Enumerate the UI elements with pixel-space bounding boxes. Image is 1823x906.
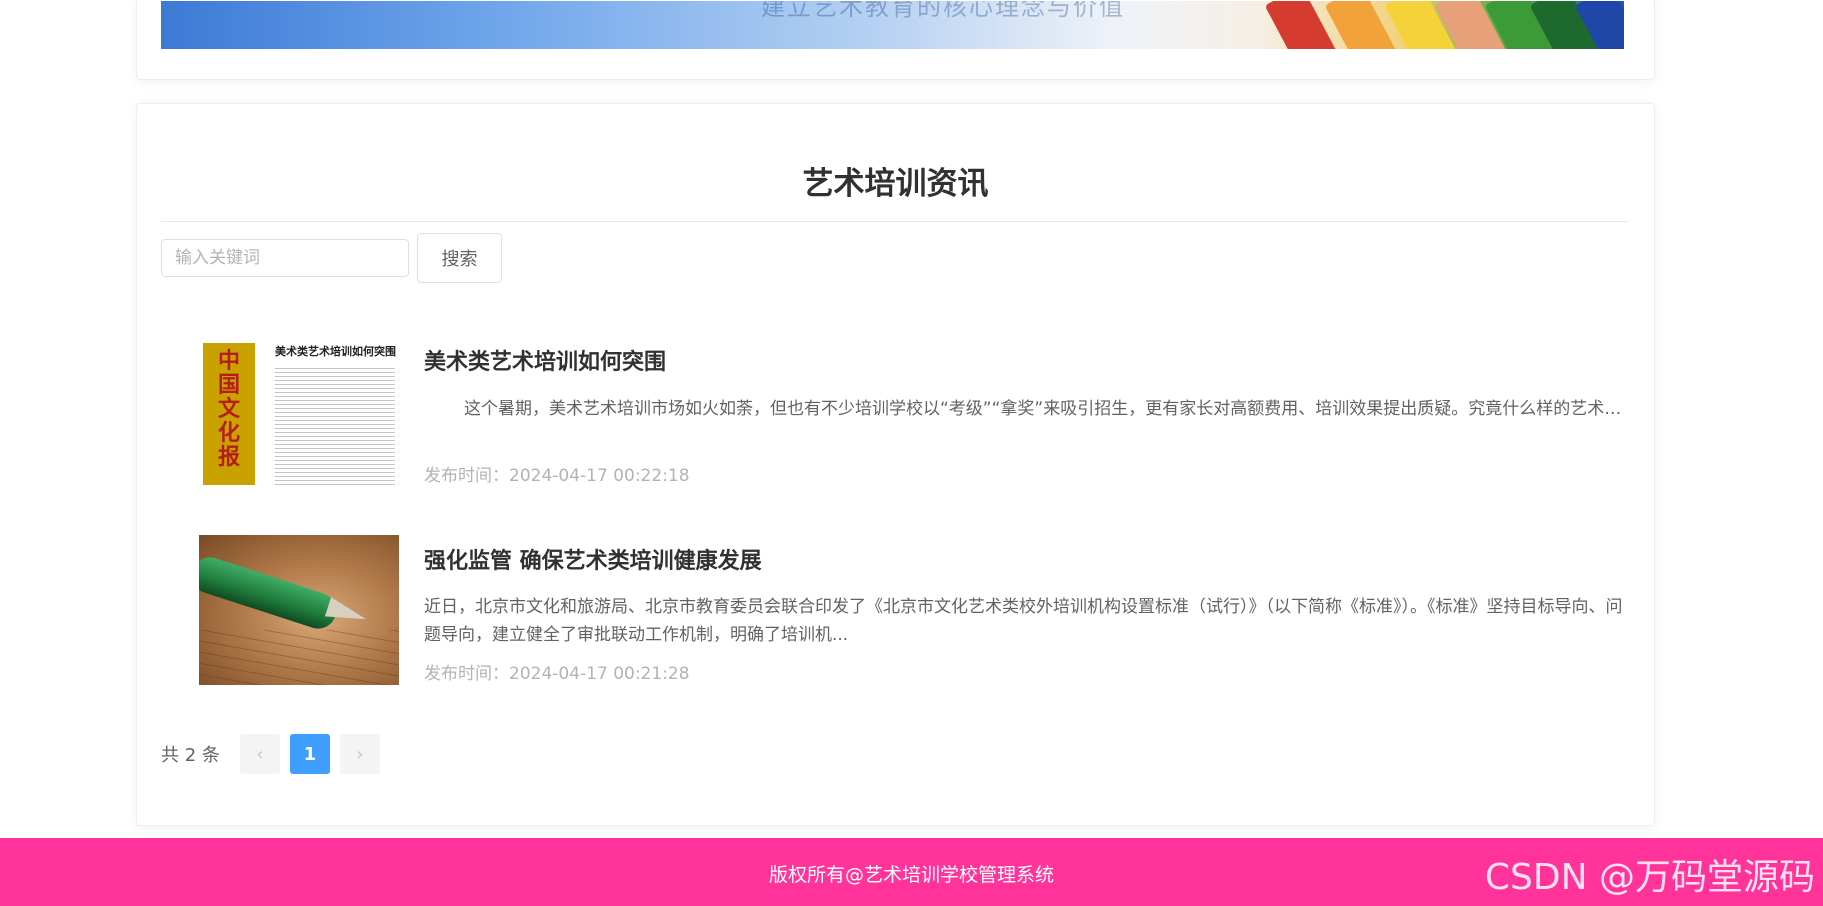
news-summary: 近日，北京市文化和旅游局、北京市教育委员会联合印发了《北京市文化艺术类校外培训机… xyxy=(424,597,1623,645)
news-thumbnail[interactable] xyxy=(199,535,399,685)
banner-card: 建立艺术教育的核心理念与价值 xyxy=(136,0,1655,80)
pen-tip-decoration xyxy=(324,597,370,629)
news-publish-time: 发布时间：2024-04-17 00:22:18 xyxy=(424,466,690,486)
pagination-total: 共 2 条 xyxy=(161,745,220,766)
news-section-card: 艺术培训资讯 搜索 中国文化报 美术类艺术培训如何突围 美术类艺术培训如何突围 … xyxy=(136,103,1655,826)
title-divider xyxy=(161,221,1628,222)
chevron-left-icon: ‹ xyxy=(256,743,264,765)
csdn-watermark: CSDN @万码堂源码 xyxy=(1484,857,1815,898)
news-thumbnail[interactable]: 中国文化报 美术类艺术培训如何突围 xyxy=(199,339,399,489)
news-title[interactable]: 美术类艺术培训如何突围 xyxy=(424,344,666,376)
section-title: 艺术培训资讯 xyxy=(802,166,989,202)
notebook-paper-decoration xyxy=(199,630,399,685)
news-item[interactable]: 中国文化报 美术类艺术培训如何突围 美术类艺术培训如何突围 这个暑期，美术艺术培… xyxy=(199,339,1629,489)
newspaper-columns xyxy=(275,367,395,485)
news-item[interactable]: 强化监管 确保艺术类培训健康发展 近日，北京市文化和旅游局、北京市教育委员会联合… xyxy=(199,535,1629,685)
news-title[interactable]: 强化监管 确保艺术类培训健康发展 xyxy=(424,543,762,575)
pen-body-decoration xyxy=(199,552,341,634)
newspaper-headline: 美术类艺术培训如何突围 xyxy=(275,345,396,358)
search-input[interactable] xyxy=(161,239,409,277)
footer: 版权所有@艺术培训学校管理系统 CSDN @万码堂源码 xyxy=(0,838,1823,906)
news-publish-time: 发布时间：2024-04-17 00:21:28 xyxy=(424,664,690,684)
banner-image: 建立艺术教育的核心理念与价值 xyxy=(161,1,1624,49)
newspaper-masthead: 中国文化报 xyxy=(203,343,255,485)
news-summary: 这个暑期，美术艺术培训市场如火如荼，但也有不少培训学校以“考级”“拿奖”来吸引招… xyxy=(464,399,1624,419)
next-page-button[interactable]: › xyxy=(339,734,380,774)
banner-caption: 建立艺术教育的核心理念与价值 xyxy=(761,1,1125,21)
prev-page-button[interactable]: ‹ xyxy=(239,734,280,774)
pagination: 共 2 条 ‹ 1 › xyxy=(161,734,390,774)
page-number-1[interactable]: 1 xyxy=(289,734,330,774)
page: 建立艺术教育的核心理念与价值 艺术培训资讯 搜索 中国文化报 美术类艺术培训如何… xyxy=(0,0,1823,906)
newspaper-masthead-text: 中国文化报 xyxy=(217,348,240,470)
search-button[interactable]: 搜索 xyxy=(417,233,502,283)
chevron-right-icon: › xyxy=(356,743,364,765)
